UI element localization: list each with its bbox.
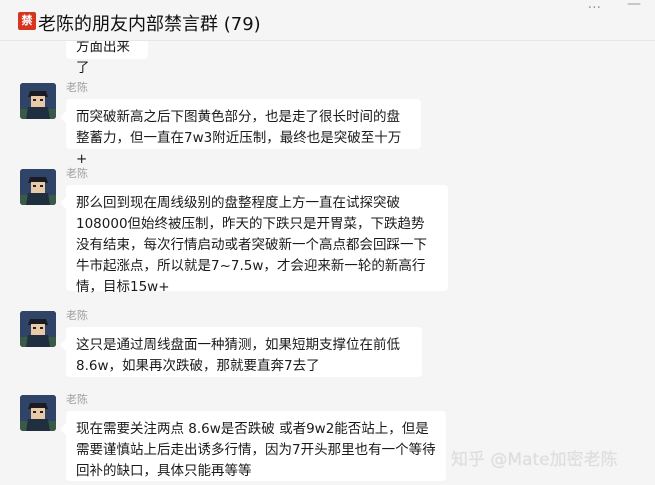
sender-name: 老陈 [66,167,88,180]
sender-name: 老陈 [66,81,88,94]
message-text: 现在需要关注两点 8.6w是否跌破 或者9w2能否站上，但是需要谨慎站上后走出诱… [76,421,436,479]
message-bubble: 方面出来了 [66,41,148,76]
window-controls: ... — [588,0,641,12]
chat-title: 老陈的朋友内部禁言群 (79) [38,14,261,35]
avatar[interactable] [20,395,56,431]
avatar-image-icon [20,169,56,205]
message-bubble: 现在需要关注两点 8.6w是否跌破 或者9w2能否站上，但是需要谨慎站上后走出诱… [60,411,446,481]
watermark: 知乎 @Mate加密老陈 [451,450,618,470]
group-badge: 禁 [18,12,36,30]
avatar-image-icon [20,311,56,347]
message-text: 方面出来了 [76,41,130,76]
avatar-image-icon [20,395,56,431]
message-text: 那么回到现在周线级别的盘整程度上方一直在试探突破108000但始终被压制，昨天的… [76,195,427,295]
sender-name: 老陈 [66,393,88,406]
avatar[interactable] [20,311,56,347]
avatar[interactable] [20,169,56,205]
sender-name: 老陈 [66,309,88,322]
more-icon[interactable]: ... [588,0,601,12]
message-bubble: 而突破新高之后下图黄色部分，也是走了很长时间的盘整蓄力，但一直在7w3附近压制，… [60,99,421,167]
avatar[interactable] [20,83,56,119]
chat-area[interactable]: 方面出来了 老陈 而突破新高之后下图黄色部分，也是走了很长时间的盘整蓄力，但一直… [0,41,655,485]
message-bubble: 这只是通过周线盘面一种猜测，如果短期支撑位在前低8.6w，如果再次跌破，那就要直… [60,327,422,377]
message-bubble: 那么回到现在周线级别的盘整程度上方一直在试探突破108000但始终被压制，昨天的… [60,185,448,295]
message-text: 而突破新高之后下图黄色部分，也是走了很长时间的盘整蓄力，但一直在7w3附近压制，… [76,109,402,167]
message-text: 这只是通过周线盘面一种猜测，如果短期支撑位在前低8.6w，如果再次跌破，那就要直… [76,337,400,374]
avatar-image-icon [20,83,56,119]
title-bar: 禁 老陈的朋友内部禁言群 (79) ... — [0,0,655,42]
minimize-icon[interactable]: — [627,0,641,12]
